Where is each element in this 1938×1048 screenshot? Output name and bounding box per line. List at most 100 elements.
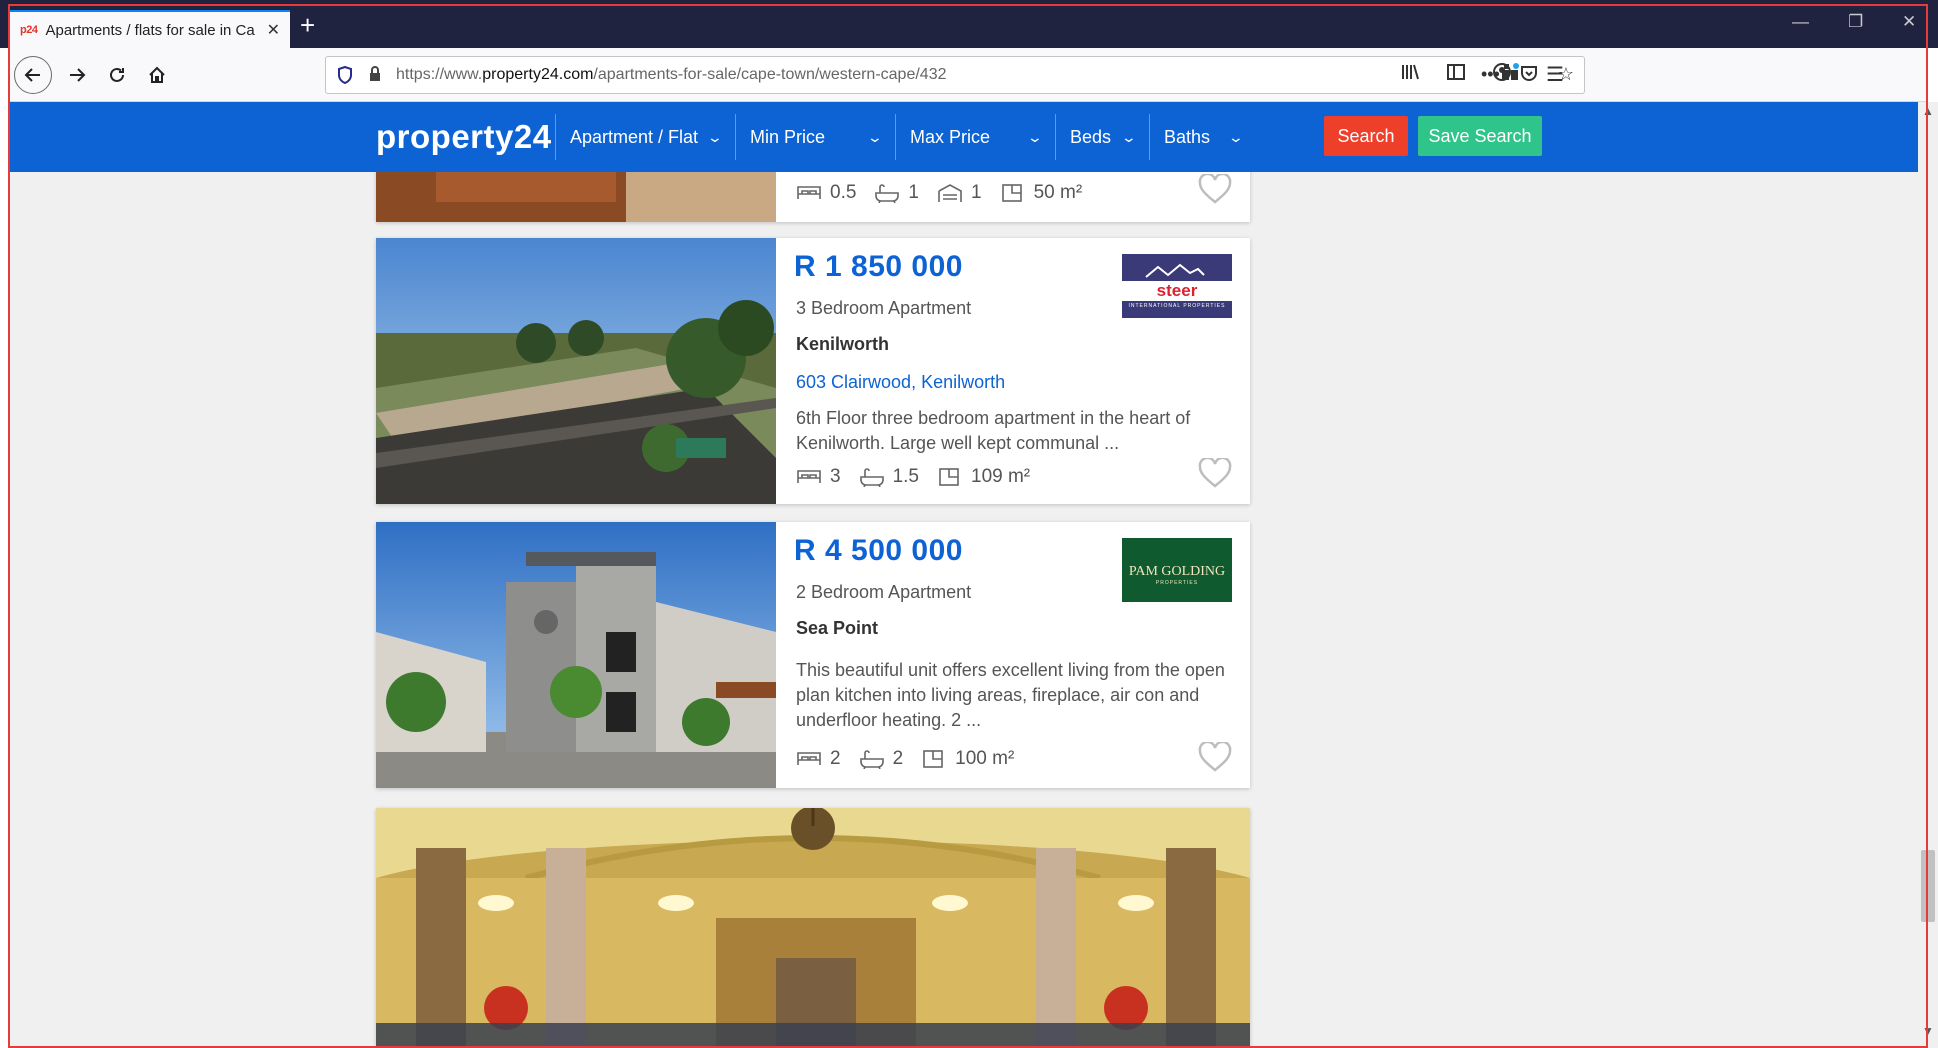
property-type: 2 Bedroom Apartment [796,582,972,602]
favourite-heart-icon[interactable] [1198,174,1232,204]
bathrooms: 1 [874,182,919,204]
parking: 1 [937,182,982,204]
bath-icon [859,468,884,487]
sidebar-icon[interactable] [1446,62,1466,88]
steer-mountain-icon [1145,263,1205,278]
bed-icon [797,186,821,199]
listing-features: 0.5 1 1 50 m² [796,182,1082,204]
url-text[interactable]: https://www.property24.com/apartments-fo… [396,66,946,84]
extensions-icon[interactable] [1500,62,1520,88]
close-tab-icon[interactable]: ✕ [267,20,280,40]
save-search-button[interactable]: Save Search [1418,116,1542,156]
parking-value: 1 [971,182,982,203]
scrollbar-thumb[interactable] [1921,850,1935,922]
site-header: property24 Apartment / Flat ⌄ Min Price … [10,102,1918,172]
beds-dropdown[interactable]: Beds ⌄ [1055,114,1149,160]
dropdown-label: Max Price [910,126,991,147]
agent-subtitle: INTERNATIONAL PROPERTIES [1128,303,1226,309]
minimize-icon[interactable]: — [1792,12,1809,32]
listing-description: This beautiful unit offers excellent liv… [796,660,1225,730]
favourite-heart-icon[interactable] [1198,458,1232,488]
agent-logo-pam-golding[interactable]: PAM GOLDING PROPERTIES [1122,538,1232,602]
listing-features: 2 2 100 m² [796,748,1014,770]
listing-price[interactable]: R 1 850 000 [794,250,963,284]
shield-icon[interactable] [336,65,354,85]
floor-size: 50 m² [1000,182,1083,204]
dropdown-label: Min Price [750,126,826,147]
agent-name: PAM GOLDING [1128,564,1226,579]
close-window-icon[interactable]: ✕ [1902,12,1916,32]
agent-name: steer [1156,281,1198,300]
baths-dropdown[interactable]: Baths ⌄ [1149,114,1309,160]
listing-photo[interactable] [376,238,776,504]
property-type: 3 Bedroom Apartment [796,298,972,318]
bedrooms: 2 [796,748,841,770]
bath-icon [859,750,884,769]
listing-photo[interactable] [376,172,776,222]
bedrooms: 3 [796,466,841,488]
dropdown-label: Baths [1164,126,1211,147]
browser-toolbar: https://www.property24.com/apartments-fo… [10,48,1928,102]
agent-subtitle: PROPERTIES [1155,580,1199,586]
listing-results: 0.5 1 1 50 m² R 1 850 000 3 Bedroom Apar… [10,172,1918,1048]
floor-size: 109 m² [937,466,1030,488]
bath-icon [875,184,900,203]
lock-icon[interactable] [368,65,382,85]
floor-size-value: 100 m² [955,748,1015,769]
listing-photo[interactable] [376,808,1250,1048]
page-scrollbar[interactable]: ▲ ▼ [1918,102,1938,1048]
browser-tab-strip: p24 Apartments / flats for sale in Cape … [0,0,1938,48]
forward-arrow-icon[interactable] [62,60,92,90]
restore-icon[interactable]: ❐ [1848,12,1863,32]
property-type-dropdown[interactable]: Apartment / Flat ⌄ [555,114,735,160]
bathrooms: 1.5 [859,466,919,488]
suburb-name: Sea Point [796,618,879,638]
property24-logo[interactable]: property24 [376,118,552,156]
chevron-down-icon: ⌄ [866,128,884,145]
browser-tab[interactable]: p24 Apartments / flats for sale in Cape … [10,10,290,48]
listing-card[interactable]: R 4 500 000 2 Bedroom Apartment Sea Poin… [376,522,1250,788]
listing-price[interactable]: R 4 500 000 [794,534,963,568]
chevron-down-icon: ⌄ [1026,128,1044,145]
max-price-dropdown[interactable]: Max Price ⌄ [895,114,1055,160]
chevron-down-icon: ⌄ [706,128,724,145]
listing-description: 6th Floor three bedroom apartment in the… [796,408,1191,453]
listing-card[interactable] [376,808,1250,1048]
listing-card[interactable]: R 1 850 000 3 Bedroom Apartment Kenilwor… [376,238,1250,504]
floor-size-value: 109 m² [971,466,1031,487]
bathrooms: 2 [859,748,904,770]
garage-icon [938,184,962,202]
search-button[interactable]: Search [1324,116,1408,156]
bed-icon [797,470,821,483]
floor-size-icon [939,468,959,486]
reload-icon[interactable] [102,60,132,90]
floor-size: 100 m² [921,748,1014,770]
dropdown-label: Apartment / Flat [570,126,699,147]
listing-features: 3 1.5 109 m² [796,466,1030,488]
new-tab-icon[interactable]: + [300,12,315,38]
listing-address[interactable]: 603 Clairwood, Kenilworth [796,372,1005,393]
scroll-up-arrow-icon[interactable]: ▲ [1918,104,1938,124]
listing-photo[interactable] [376,522,776,788]
bedrooms-value: 2 [830,748,841,769]
scroll-down-arrow-icon[interactable]: ▼ [1918,1024,1938,1044]
property24-favicon-icon: p24 [20,24,38,36]
floor-size-icon [923,750,943,768]
menu-icon[interactable]: ☰ [1546,62,1564,88]
bathrooms-value: 2 [892,748,904,769]
home-icon[interactable] [142,60,172,90]
agent-logo-steer[interactable]: steer INTERNATIONAL PROPERTIES [1122,254,1232,318]
chevron-down-icon: ⌄ [1227,128,1245,145]
suburb-name: Kenilworth [796,334,889,354]
tab-title: Apartments / flats for sale in Cape Town [45,21,255,39]
back-arrow-icon[interactable] [14,56,52,94]
listing-card[interactable]: 0.5 1 1 50 m² [376,172,1250,222]
dropdown-label: Beds [1070,126,1112,147]
library-icon[interactable] [1400,62,1420,88]
floor-size-value: 50 m² [1033,182,1083,203]
min-price-dropdown[interactable]: Min Price ⌄ [735,114,895,160]
favourite-heart-icon[interactable] [1198,742,1232,772]
bedrooms: 0.5 [796,182,856,204]
url-bar[interactable]: https://www.property24.com/apartments-fo… [325,56,1585,94]
chevron-down-icon: ⌄ [1120,128,1138,145]
